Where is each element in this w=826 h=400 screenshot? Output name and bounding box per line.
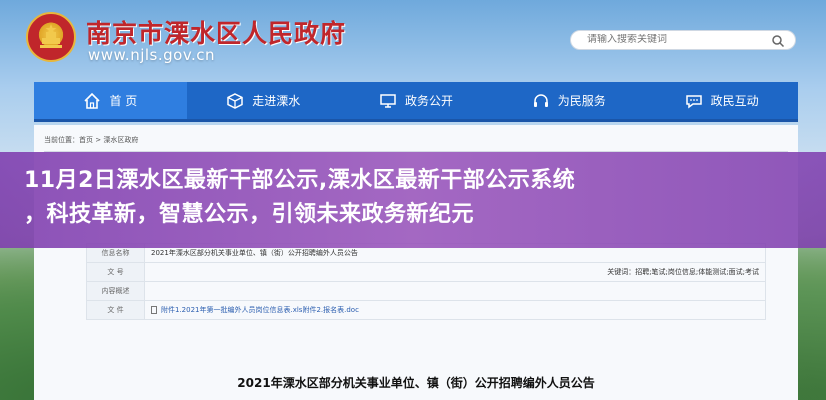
site-title[interactable]: 南京市溧水区人民政府	[86, 14, 346, 50]
nav-label-interaction: 政民互动	[710, 94, 759, 108]
table-row: 文 件 附件1.2021年第一批编外人员岗位信息表.xls附件2.报名表.doc	[86, 300, 766, 320]
attachment-icon	[151, 306, 157, 314]
nav-label-services: 为民服务	[557, 94, 606, 108]
nav-item-services[interactable]: 为民服务	[492, 82, 645, 119]
chat-icon	[685, 94, 702, 108]
info-table: 信息名称 2021年溧水区部分机关事业单位、镇（街）公开招聘编外人员公告 文 号…	[86, 243, 766, 320]
headline: 11月2日溧水区最新干部公示,溧水区最新干部公示系统 ，科技革新，智慧公示，引领…	[24, 164, 804, 232]
monitor-icon	[380, 93, 396, 108]
row-key: 内容概述	[86, 281, 145, 301]
row-value: 关键词：招聘;笔试;岗位信息;体能测试;面试;考试	[144, 262, 766, 282]
search-input[interactable]	[587, 34, 747, 45]
breadcrumb: 当前位置：首页 > 溧水区政府	[44, 136, 139, 144]
row-key: 文 件	[86, 300, 145, 320]
nav-item-about[interactable]: 走进溧水	[187, 82, 340, 119]
national-emblem-icon	[26, 12, 76, 62]
headline-line-1: 11月2日溧水区最新干部公示,溧水区最新干部公示系统	[24, 168, 576, 193]
site-url: www.njls.gov.cn	[88, 46, 216, 64]
nav-item-gov-affairs[interactable]: 政务公开	[340, 82, 493, 119]
document-title: 2021年溧水区部分机关事业单位、镇（街）公开招聘编外人员公告	[237, 376, 595, 390]
search-box	[570, 30, 796, 50]
nav-item-interaction[interactable]: 政民互动	[645, 82, 798, 119]
headline-banner: 11月2日溧水区最新干部公示,溧水区最新干部公示系统 ，科技革新，智慧公示，引领…	[0, 152, 826, 248]
nav-label-about: 走进溧水	[252, 94, 301, 108]
table-row: 文 号 关键词：招聘;笔试;岗位信息;体能测试;面试;考试	[86, 262, 766, 282]
row-value: 附件1.2021年第一批编外人员岗位信息表.xls附件2.报名表.doc	[144, 300, 766, 320]
keywords: 关键词：招聘;笔试;岗位信息;体能测试;面试;考试	[607, 268, 759, 276]
headset-icon	[533, 93, 548, 107]
attachment-link[interactable]: 附件1.2021年第一批编外人员岗位信息表.xls附件2.报名表.doc	[161, 306, 359, 314]
nav-label-home: 首 页	[109, 94, 138, 108]
nav-label-gov-affairs: 政务公开	[404, 94, 453, 108]
nav-item-home[interactable]: 首 页	[34, 82, 187, 119]
row-value	[144, 281, 766, 301]
main-nav: 首 页 走进溧水 政务公开 为民服务 政民互动	[34, 82, 798, 122]
cube-icon	[227, 92, 243, 109]
row-key: 文 号	[86, 262, 145, 282]
search-icon[interactable]	[771, 34, 785, 48]
table-row: 内容概述	[86, 281, 766, 301]
site-header: 南京市溧水区人民政府 www.njls.gov.cn	[0, 0, 826, 82]
home-icon	[84, 92, 101, 109]
headline-line-2: ，科技革新，智慧公示，引领未来政务新纪元	[24, 202, 475, 227]
